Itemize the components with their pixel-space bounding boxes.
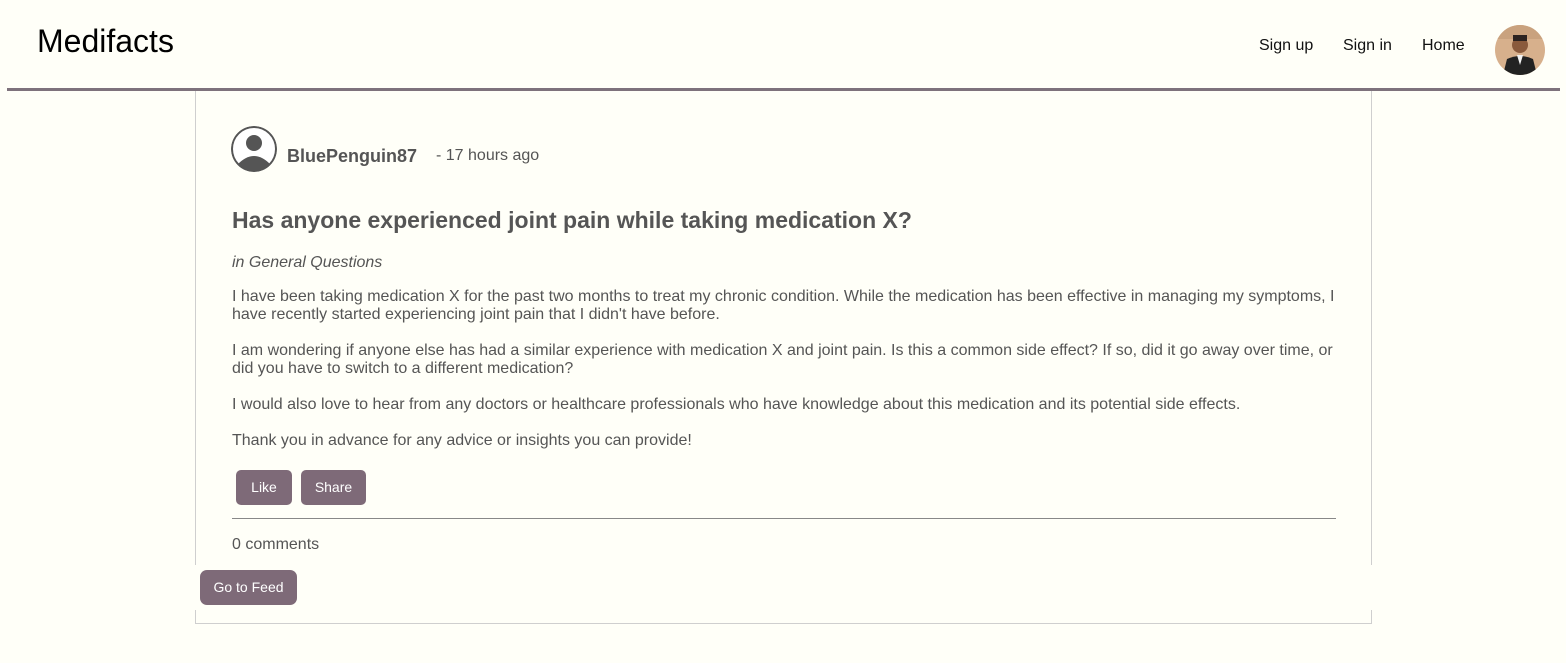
- post-body: I have been taking medication X for the …: [232, 288, 1340, 468]
- post-paragraph: I am wondering if anyone else has had a …: [232, 342, 1333, 377]
- nav-sign-in[interactable]: Sign in: [1343, 36, 1392, 56]
- default-user-avatar-icon[interactable]: [231, 126, 277, 172]
- post-card: BluePenguin87 - 17 hours ago Has anyone …: [195, 91, 1372, 624]
- nav-home[interactable]: Home: [1422, 36, 1465, 56]
- go-to-feed-button[interactable]: Go to Feed: [200, 570, 297, 605]
- post-author[interactable]: BluePenguin87: [287, 146, 417, 167]
- post-category[interactable]: in General Questions: [232, 254, 382, 272]
- post-paragraph: I have been taking medication X for the …: [232, 288, 1335, 323]
- share-button[interactable]: Share: [301, 470, 366, 505]
- nav-sign-up[interactable]: Sign up: [1259, 36, 1313, 56]
- comments-count: 0 comments: [232, 536, 320, 553]
- post-timestamp: - 17 hours ago: [436, 147, 540, 164]
- brand-logo[interactable]: Medifacts: [37, 22, 174, 60]
- post-paragraph: I would also love to hear from any docto…: [232, 396, 1241, 413]
- post-title: Has anyone experienced joint pain while …: [232, 207, 912, 233]
- like-button[interactable]: Like: [236, 470, 292, 505]
- top-header: Medifacts Sign up Sign in Home: [7, 0, 1560, 91]
- comments-divider: [232, 518, 1336, 519]
- profile-avatar-icon[interactable]: [1495, 25, 1545, 75]
- post-paragraph: Thank you in advance for any advice or i…: [232, 432, 692, 449]
